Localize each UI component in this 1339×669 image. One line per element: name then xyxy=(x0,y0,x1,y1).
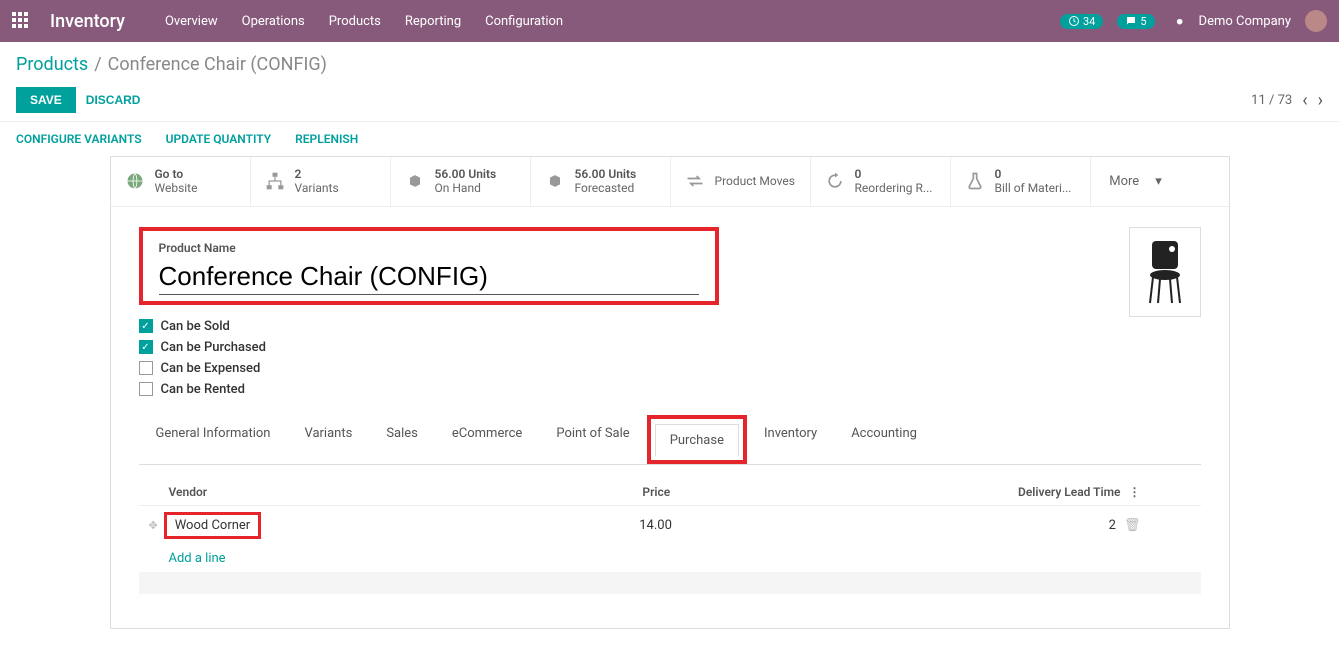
stat-row: Go toWebsite 2Variants 56.00 UnitsOn Han… xyxy=(111,157,1229,207)
tab-sales[interactable]: Sales xyxy=(369,415,435,464)
pager-text: 11 / 73 xyxy=(1251,93,1292,108)
trash-icon[interactable]: 🗑 xyxy=(1124,518,1141,533)
col-price: Price xyxy=(642,485,970,499)
check-can-be-rented: Can be Rented xyxy=(139,382,1201,397)
nav-item-reporting[interactable]: Reporting xyxy=(405,14,461,29)
refresh-icon xyxy=(825,171,845,191)
top-nav: Inventory Overview Operations Products R… xyxy=(0,0,1339,42)
check-can-be-expensed: Can be Expensed xyxy=(139,361,1201,376)
checkbox-expensed[interactable] xyxy=(139,361,153,375)
add-line-link[interactable]: Add a line xyxy=(139,545,1201,572)
checkbox-sold[interactable]: ✓ xyxy=(139,319,153,333)
caret-down-icon: ▾ xyxy=(1155,174,1162,189)
company-name[interactable]: Demo Company xyxy=(1199,14,1291,29)
exchange-icon xyxy=(685,171,705,191)
check-can-be-purchased: ✓ Can be Purchased xyxy=(139,340,1201,355)
stat-forecasted[interactable]: 56.00 UnitsForecasted xyxy=(531,157,671,206)
replenish-link[interactable]: REPLENISH xyxy=(295,132,358,146)
nav-item-operations[interactable]: Operations xyxy=(242,14,305,29)
stat-more[interactable]: More ▾ xyxy=(1091,157,1181,206)
tab-ecommerce[interactable]: eCommerce xyxy=(435,415,539,464)
chair-icon xyxy=(1140,237,1190,307)
globe-icon xyxy=(125,171,145,191)
check-can-be-sold: ✓ Can be Sold xyxy=(139,319,1201,334)
stat-go-to-website[interactable]: Go toWebsite xyxy=(111,157,251,206)
table-row[interactable]: ✥ Wood Corner 14.00 2 🗑 xyxy=(139,506,1201,545)
stat-product-moves[interactable]: Product Moves xyxy=(671,157,811,206)
sitemap-icon xyxy=(265,171,285,191)
product-name-input[interactable] xyxy=(159,259,699,295)
secondary-actions: CONFIGURE VARIANTS UPDATE QUANTITY REPLE… xyxy=(0,121,1339,156)
nav-right: 34 5 Demo Company xyxy=(1060,10,1327,32)
vendor-name[interactable]: Wood Corner xyxy=(175,518,250,533)
cubes-icon xyxy=(405,171,425,191)
breadcrumb-sep: / xyxy=(94,54,101,75)
stat-reordering[interactable]: 0Reordering R... xyxy=(811,157,951,206)
pager-next-icon[interactable]: › xyxy=(1318,90,1323,111)
clock-icon xyxy=(1068,15,1080,27)
col-lead: Delivery Lead Time xyxy=(971,485,1121,499)
form-sheet: Go toWebsite 2Variants 56.00 UnitsOn Han… xyxy=(110,156,1230,629)
save-button[interactable]: SAVE xyxy=(16,87,76,113)
tabs: General Information Variants Sales eComm… xyxy=(139,415,1201,465)
chat-icon xyxy=(1125,15,1137,27)
module-title: Inventory xyxy=(50,11,125,32)
breadcrumb-root[interactable]: Products xyxy=(16,54,88,75)
form-body: Product Name ✓ Can be Sold ✓ Can be Purc… xyxy=(111,207,1229,628)
table-menu-icon[interactable]: ⋮ xyxy=(1121,485,1141,499)
nav-item-configuration[interactable]: Configuration xyxy=(485,14,563,29)
row-lead[interactable]: 2 xyxy=(966,518,1116,533)
pager: 11 / 73 ‹ › xyxy=(1251,90,1323,111)
product-name-label: Product Name xyxy=(159,241,699,255)
configure-variants-link[interactable]: CONFIGURE VARIANTS xyxy=(16,132,142,146)
user-avatar[interactable] xyxy=(1305,10,1327,32)
pager-prev-icon[interactable]: ‹ xyxy=(1302,90,1307,111)
nav-menu: Overview Operations Products Reporting C… xyxy=(165,14,563,29)
flask-icon xyxy=(965,171,985,191)
checkbox-rented[interactable] xyxy=(139,382,153,396)
vendor-area: Vendor Price Delivery Lead Time ⋮ ✥ Wood… xyxy=(139,465,1201,608)
tab-inventory[interactable]: Inventory xyxy=(747,415,834,464)
vendor-table-head: Vendor Price Delivery Lead Time ⋮ xyxy=(139,479,1201,506)
product-name-highlight: Product Name xyxy=(139,227,719,305)
vendor-name-highlight: Wood Corner xyxy=(164,512,261,539)
cubes-icon xyxy=(545,171,565,191)
msg-count: 5 xyxy=(1140,15,1146,28)
product-image[interactable] xyxy=(1129,227,1201,317)
vendor-table: Vendor Price Delivery Lead Time ⋮ ✥ Wood… xyxy=(139,479,1201,594)
nav-item-products[interactable]: Products xyxy=(329,14,381,29)
drag-handle-icon[interactable]: ✥ xyxy=(149,519,158,532)
apps-icon[interactable] xyxy=(12,12,30,30)
tab-point-of-sale[interactable]: Point of Sale xyxy=(539,415,646,464)
checklist: ✓ Can be Sold ✓ Can be Purchased Can be … xyxy=(139,319,1201,397)
update-quantity-link[interactable]: UPDATE QUANTITY xyxy=(166,132,272,146)
tab-variants[interactable]: Variants xyxy=(287,415,369,464)
messages-badge[interactable]: 5 xyxy=(1117,14,1154,29)
stat-on-hand[interactable]: 56.00 UnitsOn Hand xyxy=(391,157,531,206)
stat-variants[interactable]: 2Variants xyxy=(251,157,391,206)
activity-count: 34 xyxy=(1083,15,1095,28)
tab-accounting[interactable]: Accounting xyxy=(834,415,934,464)
stat-bom[interactable]: 0Bill of Materi... xyxy=(951,157,1091,206)
checkbox-purchased[interactable]: ✓ xyxy=(139,340,153,354)
tab-purchase-highlight: Purchase xyxy=(647,415,747,464)
actions-row: SAVE DISCARD 11 / 73 ‹ › xyxy=(0,81,1339,121)
tab-purchase[interactable]: Purchase xyxy=(655,424,739,457)
debug-icon[interactable] xyxy=(1169,13,1185,29)
activity-badge[interactable]: 34 xyxy=(1060,14,1103,29)
breadcrumb: Products / Conference Chair (CONFIG) xyxy=(0,42,1339,81)
row-price[interactable]: 14.00 xyxy=(639,518,966,533)
discard-button[interactable]: DISCARD xyxy=(86,93,141,107)
nav-item-overview[interactable]: Overview xyxy=(165,14,218,29)
table-spacer xyxy=(139,572,1201,594)
tab-general-information[interactable]: General Information xyxy=(139,415,288,464)
breadcrumb-current: Conference Chair (CONFIG) xyxy=(108,54,327,75)
col-vendor: Vendor xyxy=(169,485,643,499)
